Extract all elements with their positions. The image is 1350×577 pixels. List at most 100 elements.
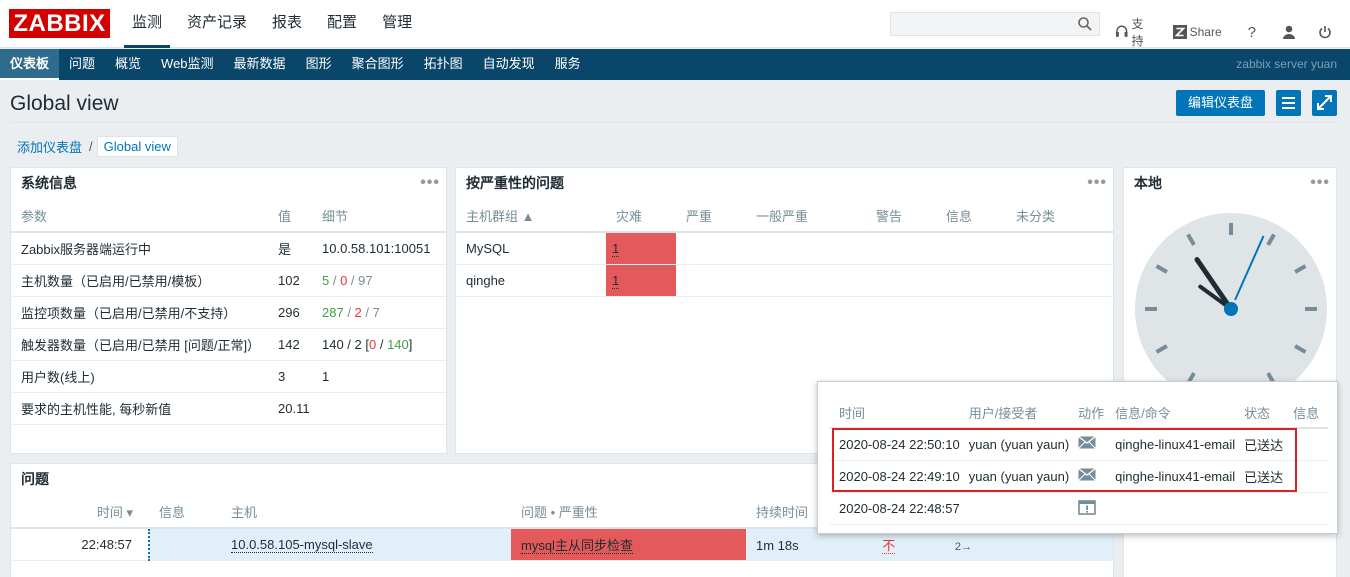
severity-title-text: 按严重性的问题 (466, 175, 564, 191)
actions-popup: 时间 用户/接受者 动作 信息/命令 状态 信息 2020-08-24 22:5… (817, 381, 1338, 534)
unsupported-count: 7 (372, 304, 380, 320)
problem-name-link[interactable]: mysql主从同步检查 (521, 537, 633, 554)
top-bar: ZABBIX 监测 资产记录 报表 配置 管理 支持 Share ? (0, 0, 1350, 48)
slash: / (343, 304, 355, 320)
user-profile-button[interactable] (1282, 25, 1296, 39)
col-time: 时间 (830, 398, 960, 429)
col-warning: 警告 (866, 200, 936, 233)
nav-problems[interactable]: 问题 (59, 49, 105, 80)
action-status (1235, 492, 1285, 525)
ok-count: 140 (387, 336, 409, 352)
widget-options-icon[interactable]: ••• (1310, 168, 1330, 198)
disabled-count: 2 (354, 304, 362, 320)
share-link[interactable]: Share (1172, 25, 1222, 39)
highlight-box (832, 428, 1297, 492)
problem-name-cell[interactable]: mysql主从同步检查 (511, 528, 746, 561)
menu-icon (1282, 97, 1295, 109)
col-disaster: 灾难 (606, 200, 676, 233)
actions-link[interactable]: 2→ (955, 541, 972, 553)
fullscreen-button[interactable] (1312, 90, 1337, 116)
bracket: ] (408, 336, 413, 352)
sub-nav-bar: 仪表板 问题 概览 Web监测 最新数据 图形 聚合图形 拓扑图 自动发现 服务… (0, 49, 1350, 80)
severity-title: 按严重性的问题 ••• (456, 168, 1113, 200)
share-label: Share (1189, 25, 1222, 39)
nav-overview[interactable]: 概览 (105, 49, 151, 80)
nav-dashboard[interactable]: 仪表板 (0, 49, 60, 80)
support-label: 支持 (1131, 17, 1144, 48)
system-info-title: 系统信息 ••• (11, 168, 446, 200)
disaster-count-cell[interactable]: 1 (606, 232, 676, 265)
header-tools: 支持 Share ? (1115, 15, 1350, 49)
col-user: 用户/接受者 (959, 398, 1070, 429)
breadcrumb: 添加仪表盘 / Global view (10, 136, 178, 157)
severity-table: 主机群组 ▲ 灾难 严重 一般严重 警告 信息 未分类 MySQL 1 qing… (456, 200, 1113, 297)
actions-arrow-icon: → (961, 540, 973, 553)
col-problem-severity: 问题 • 严重性 (511, 496, 746, 529)
system-info-table: 参数 值 细节 Zabbix服务器端运行中 是 10.0.58.101:1005… (11, 200, 446, 425)
details-cell: 5 / 0 / 97 (312, 264, 446, 297)
col-status: 状态 (1235, 398, 1285, 429)
top-menu-inventory[interactable]: 资产记录 (179, 0, 255, 48)
search-icon[interactable] (1077, 16, 1093, 32)
host-group-link[interactable]: MySQL (456, 232, 606, 265)
widget-options-icon[interactable]: ••• (1087, 168, 1107, 198)
top-menu-administration[interactable]: 管理 (374, 0, 420, 48)
problem-host-link[interactable]: 10.0.58.105-mysql-slave (231, 536, 373, 553)
help-button[interactable]: ? (1248, 24, 1256, 41)
top-menu-reports[interactable]: 报表 (264, 0, 310, 48)
disaster-count[interactable]: 1 (612, 240, 620, 257)
action-time: 2020-08-24 22:48:57 (830, 492, 960, 525)
value-cell: 3 (268, 360, 312, 393)
analog-clock (1135, 213, 1327, 405)
breadcrumb-parent[interactable]: 添加仪表盘 (10, 137, 89, 156)
problem-host-cell[interactable]: 10.0.58.105-mysql-slave (221, 528, 511, 561)
table-row: 监控项数量（已启用/已禁用/不支持） 296 287 / 2 / 7 (11, 296, 446, 329)
col-host-group[interactable]: 主机群组 ▲ (456, 200, 606, 233)
problems-title-text: 问题 (21, 471, 49, 487)
nav-screens[interactable]: 聚合图形 (342, 49, 414, 80)
top-menu-monitoring[interactable]: 监测 (124, 0, 171, 48)
nav-graphs[interactable]: 图形 (296, 49, 342, 80)
col-high: 严重 (676, 200, 746, 233)
empty-cell (866, 232, 936, 265)
nav-discovery[interactable]: 自动发现 (473, 49, 545, 80)
dashboard-menu-button[interactable] (1276, 90, 1301, 116)
col-param: 参数 (11, 200, 268, 233)
local-clock-title: 本地 ••• (1124, 168, 1336, 200)
action-info (1284, 492, 1328, 525)
empty-cell (746, 232, 866, 265)
problem-duration: 1m 18s (756, 537, 799, 553)
ack-link[interactable]: 不 (882, 537, 896, 554)
col-information: 信息 (936, 200, 1006, 233)
nav-latest-data[interactable]: 最新数据 (224, 49, 296, 80)
nav-web[interactable]: Web监测 (151, 49, 224, 80)
problem-time-link[interactable]: 22:48:57 (11, 528, 150, 561)
search-input[interactable] (890, 12, 1100, 36)
table-row: qinghe 1 (456, 264, 1113, 297)
logout-button[interactable] (1318, 25, 1332, 39)
support-link[interactable]: 支持 (1115, 15, 1155, 49)
nav-maps[interactable]: 拓扑图 (414, 49, 473, 80)
zabbix-logo[interactable]: ZABBIX (9, 9, 110, 38)
header-divider (10, 122, 1337, 123)
breadcrumb-current[interactable]: Global view (96, 136, 178, 157)
top-menu-configuration[interactable]: 配置 (319, 0, 365, 48)
disaster-count[interactable]: 1 (612, 272, 620, 289)
table-row: 用户数(线上) 3 1 (11, 360, 446, 393)
template-count: 97 (358, 272, 373, 288)
empty-cell (676, 264, 746, 297)
host-group-link[interactable]: qinghe (456, 264, 606, 297)
system-info-title-text: 系统信息 (21, 175, 77, 191)
headset-icon (1115, 25, 1128, 37)
page-title: Global view (10, 92, 119, 115)
widget-options-icon[interactable]: ••• (420, 168, 440, 198)
col-time[interactable]: 时间 ▾ (11, 496, 149, 529)
server-name: zabbix server yuan (1236, 57, 1337, 71)
details-cell: 140 / 2 [0 / 140] (312, 328, 446, 361)
nav-services[interactable]: 服务 (545, 49, 591, 80)
disaster-count-cell[interactable]: 1 (606, 264, 676, 297)
top-menu: 监测 资产记录 报表 配置 管理 (124, 0, 429, 48)
edit-dashboard-button[interactable]: 编辑仪表盘 (1176, 90, 1265, 116)
enabled-count: 287 (322, 304, 344, 320)
param-cell: 主机数量（已启用/已禁用/模板） (11, 264, 268, 297)
